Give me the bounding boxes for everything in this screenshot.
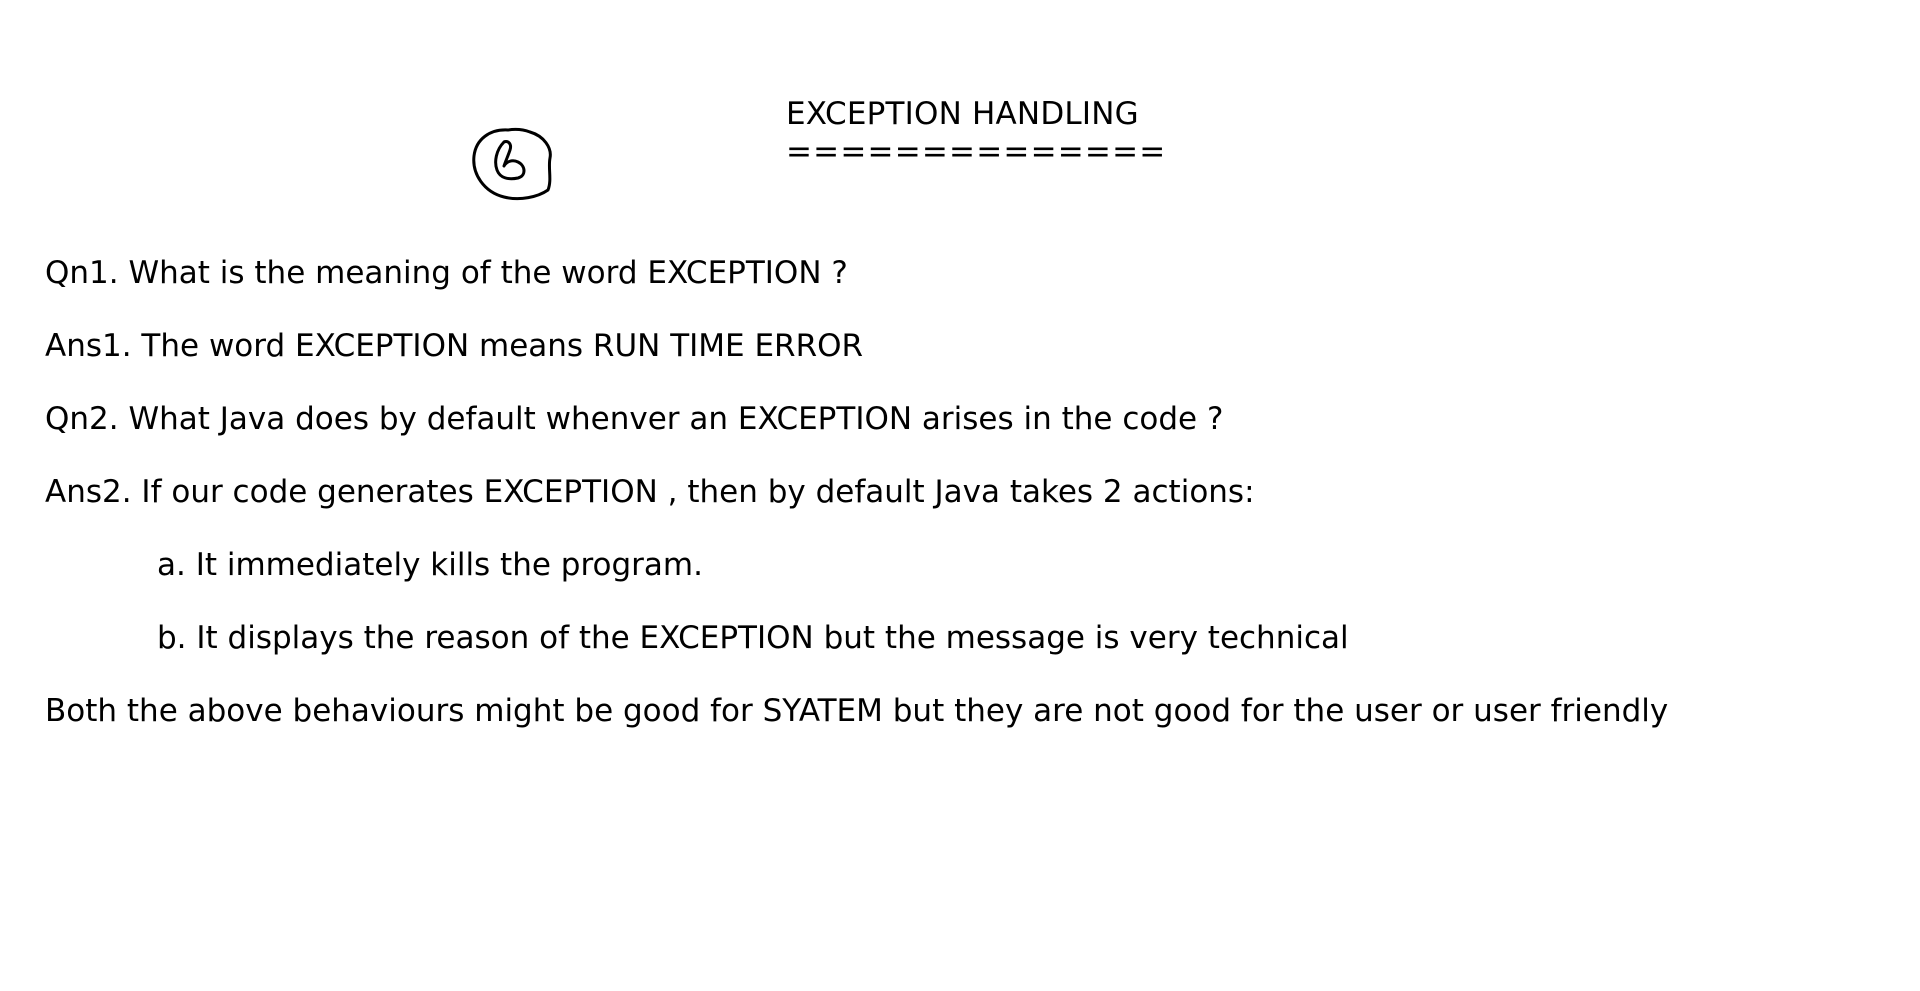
handwritten-circled-number-icon <box>472 127 552 201</box>
answer-2-item-b: b. It displays the reason of the EXCEPTI… <box>157 620 1349 656</box>
page-title: EXCEPTION HANDLING <box>786 96 1139 132</box>
conclusion-text: Both the above behaviours might be good … <box>45 693 1669 729</box>
answer-2-item-a: a. It immediately kills the program. <box>157 547 703 583</box>
question-2: Qn2. What Java does by default whenver a… <box>45 401 1224 437</box>
question-1: Qn1. What is the meaning of the word EXC… <box>45 255 848 291</box>
title-underline: ============== <box>786 134 1167 170</box>
answer-1: Ans1. The word EXCEPTION means RUN TIME … <box>45 328 864 364</box>
notes-page: EXCEPTION HANDLING ============== Qn1. W… <box>0 0 1920 991</box>
answer-2: Ans2. If our code generates EXCEPTION , … <box>45 474 1255 510</box>
